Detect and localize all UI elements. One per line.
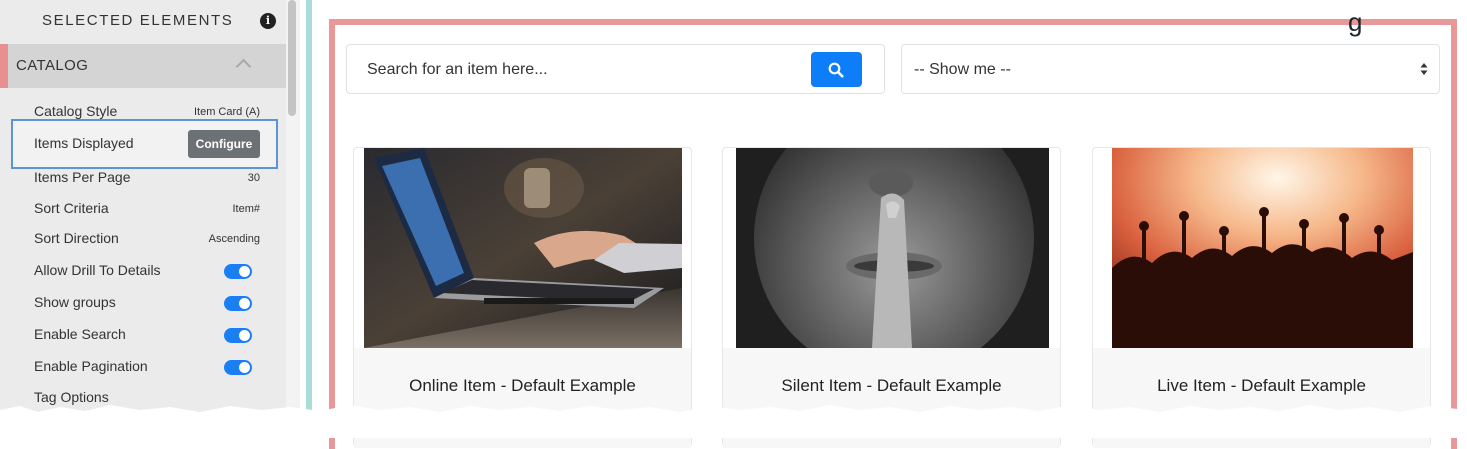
row-catalog-style[interactable]: Catalog Style Item Card (A) [34, 100, 260, 124]
card-title[interactable]: Online Item - Default Example [354, 376, 691, 396]
allow-drill-toggle[interactable] [224, 264, 252, 279]
search-placeholder: Search for an item here... [367, 61, 548, 78]
search-input[interactable]: Search for an item here... [346, 44, 885, 94]
row-enable-pagination: Enable Pagination [34, 355, 260, 379]
sidebar-panel: SELECTED ELEMENTS i CATALOG Catalog Styl… [0, 0, 286, 438]
select-arrows-icon [1420, 63, 1428, 75]
search-icon [828, 62, 844, 78]
row-label: Enable Search [34, 326, 126, 342]
row-label: Sort Direction [34, 230, 119, 246]
search-button[interactable] [811, 52, 862, 87]
section-label: CATALOG [16, 57, 89, 74]
sidebar-header: SELECTED ELEMENTS i [0, 0, 286, 44]
page-heading-fragment: g [1348, 7, 1363, 37]
enable-search-toggle[interactable] [224, 328, 252, 343]
select-value: -- Show me -- [914, 61, 1011, 78]
panel-divider [306, 0, 312, 438]
concert-crowd-photo[interactable] [1112, 148, 1413, 348]
row-value: Item Card (A) [193, 106, 260, 118]
row-label: Enable Pagination [34, 358, 148, 374]
torn-edge [0, 405, 1467, 438]
show-me-select[interactable]: -- Show me -- [901, 44, 1440, 94]
row-value: Item# [232, 203, 260, 215]
chevron-up-icon[interactable] [235, 58, 252, 75]
row-sort-direction[interactable]: Sort Direction Ascending [34, 227, 260, 251]
enable-pagination-toggle[interactable] [224, 360, 252, 375]
row-label: Items Per Page [34, 169, 131, 185]
row-enable-search: Enable Search [34, 323, 260, 347]
row-allow-drill: Allow Drill To Details [34, 259, 260, 283]
finger-on-lips-photo[interactable] [736, 148, 1049, 348]
row-label: Items Displayed [34, 135, 134, 151]
catalog-section-header[interactable]: CATALOG [0, 44, 286, 88]
configure-button[interactable]: Configure [188, 130, 260, 158]
section-accent-bar [0, 44, 8, 88]
row-show-groups: Show groups [34, 291, 260, 315]
row-value: Ascending [208, 233, 260, 245]
row-items-per-page[interactable]: Items Per Page 30 [34, 166, 260, 190]
row-sort-criteria[interactable]: Sort Criteria Item# [34, 197, 260, 221]
show-groups-toggle[interactable] [224, 296, 252, 311]
row-value: 30 [247, 172, 260, 184]
sidebar-title: SELECTED ELEMENTS [42, 12, 234, 29]
info-icon[interactable]: i [260, 13, 276, 29]
row-label: Catalog Style [34, 103, 118, 119]
sidebar-scrollbar[interactable] [286, 0, 300, 438]
scrollbar-thumb[interactable] [288, 0, 296, 116]
card-title[interactable]: Live Item - Default Example [1093, 376, 1430, 396]
card-title[interactable]: Silent Item - Default Example [723, 376, 1060, 396]
row-label: Sort Criteria [34, 200, 109, 216]
row-label: Show groups [34, 294, 116, 310]
laptop-typing-photo[interactable] [364, 148, 682, 348]
row-label: Allow Drill To Details [34, 262, 161, 278]
